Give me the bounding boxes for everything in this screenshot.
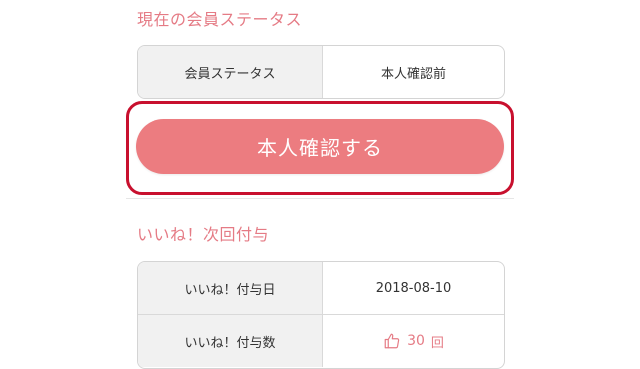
status-table: 会員ステータス 本人確認前: [137, 45, 505, 99]
grant-date-row: いいね！付与日 2018-08-10: [138, 262, 504, 315]
grant-date-value: 2018-08-10: [375, 280, 452, 296]
grant-count-value: 30 回: [323, 315, 504, 367]
verify-identity-button[interactable]: 本人確認する: [136, 119, 504, 174]
status-row: 会員ステータス 本人確認前: [138, 46, 504, 98]
grant-count-label: いいね！付与数: [138, 315, 323, 367]
likes-table: いいね！付与日 2018-08-10 いいね！付与数 30 回: [137, 261, 505, 369]
member-status-value: 本人確認前: [380, 66, 446, 82]
status-section-title: 現在の会員ステータス: [137, 10, 303, 29]
grant-count-number: 30: [407, 333, 425, 349]
thumbs-up-icon: [383, 332, 401, 350]
grant-count-unit: 回: [430, 335, 444, 351]
grant-date-label: いいね！付与日: [138, 262, 323, 314]
member-status-label: 会員ステータス: [138, 46, 323, 98]
section-divider: [126, 198, 514, 199]
likes-section-title: いいね！次回付与: [137, 225, 270, 244]
grant-count-row: いいね！付与数 30 回: [138, 315, 504, 367]
